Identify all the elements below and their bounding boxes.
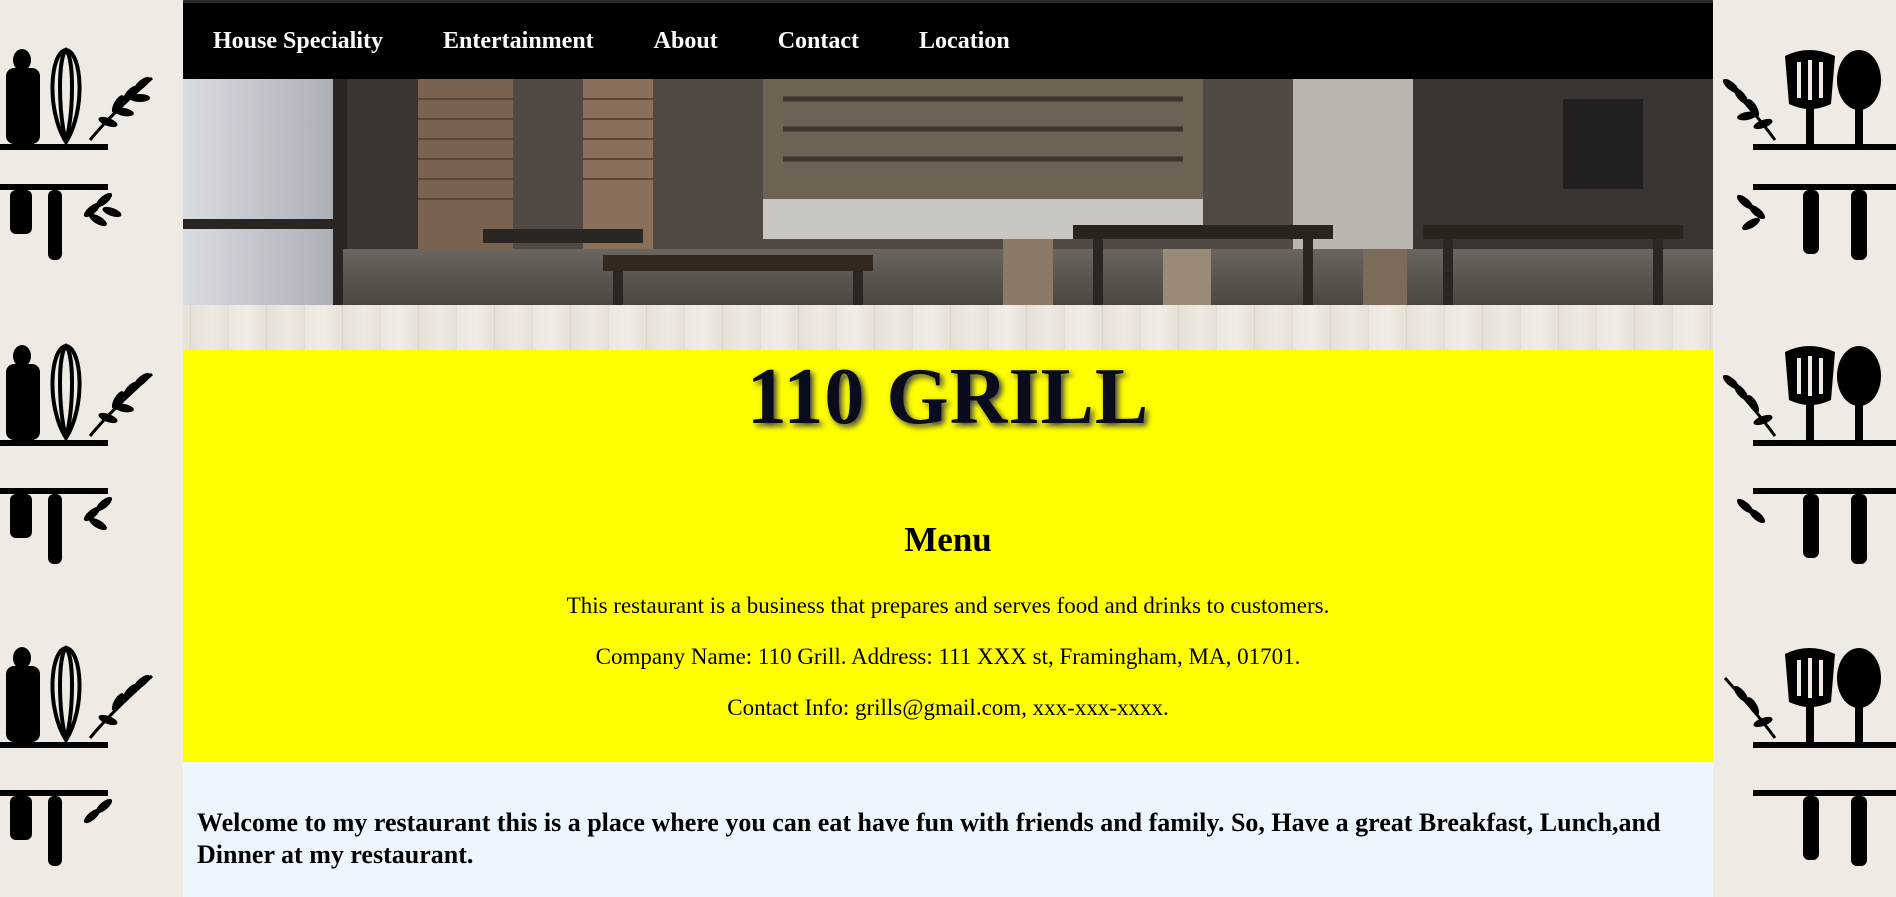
nav-item-about[interactable]: About xyxy=(654,28,718,55)
utensil-tile xyxy=(0,302,183,604)
utensil-tile xyxy=(1713,0,1896,302)
restaurant-description: This restaurant is a business that prepa… xyxy=(566,593,1330,618)
utensil-tile xyxy=(1713,604,1896,897)
nav-item-location[interactable]: Location xyxy=(919,28,1010,55)
hero-image xyxy=(183,79,1713,305)
company-info: Company Name: 110 Grill. Address: 111 XX… xyxy=(595,644,1301,669)
welcome-section: Welcome to my restaurant this is a place… xyxy=(183,762,1713,897)
utensil-tile xyxy=(0,0,183,302)
nav-item-entertainment[interactable]: Entertainment xyxy=(443,28,594,55)
main-container: House Speciality Entertainment About Con… xyxy=(183,3,1713,897)
navbar: House Speciality Entertainment About Con… xyxy=(183,3,1713,79)
nav-item-house-speciality[interactable]: House Speciality xyxy=(213,28,383,55)
right-decoration xyxy=(1713,0,1896,897)
restaurant-interior-photo xyxy=(183,79,1713,305)
utensil-tile xyxy=(1713,302,1896,604)
menu-heading: Menu xyxy=(904,520,992,559)
site-title: 110 GRILL xyxy=(746,353,1150,441)
left-decoration xyxy=(0,0,183,897)
welcome-text: Welcome to my restaurant this is a place… xyxy=(197,808,1661,869)
nav-list: House Speciality Entertainment About Con… xyxy=(183,3,1713,79)
menu-banner: 110 GRILL Menu This restaurant is a busi… xyxy=(183,350,1713,762)
utensil-tile xyxy=(0,604,183,897)
contact-info: Contact Info: grills@gmail.com, xxx-xxx-… xyxy=(727,695,1169,720)
nav-item-contact[interactable]: Contact xyxy=(778,28,859,55)
